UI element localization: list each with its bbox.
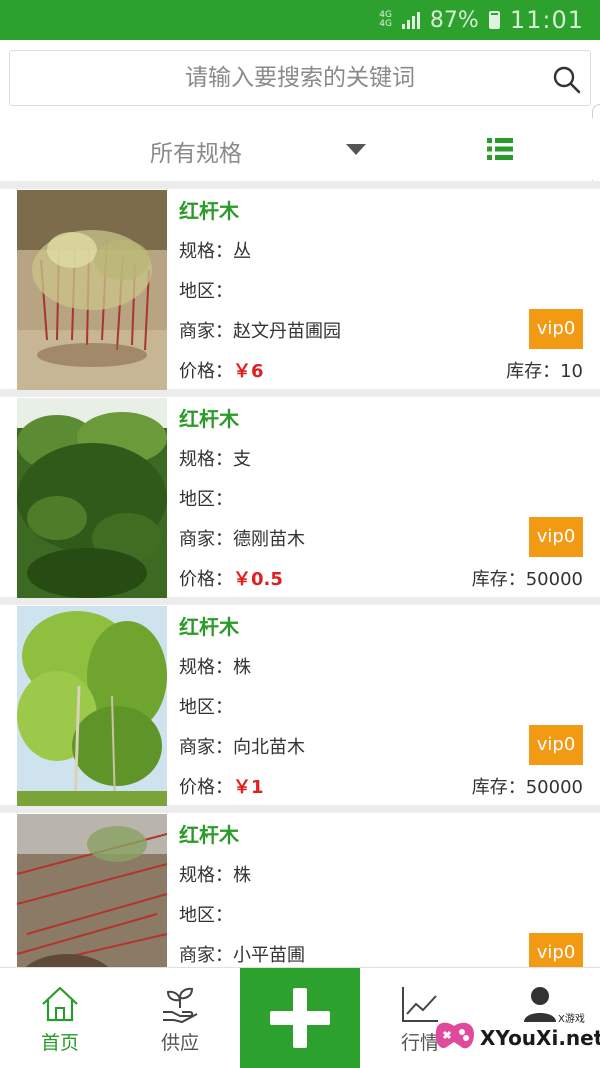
status-bar: 4G 4G 87% 11:01 [0,0,600,40]
product-seller: 商家：赵文丹苗圃园 [179,321,341,342]
vip-badge: vip0 [529,309,583,349]
caret-down-icon[interactable] [346,144,366,155]
battery-percent: 87% [429,7,479,33]
product-name[interactable]: 红杆木 [179,819,239,848]
product-price: 价格：￥6 [179,361,264,382]
clock: 11:01 [509,6,584,34]
product-stock: 库存：50000 [471,777,583,798]
product-region: 地区： [179,281,233,302]
divider [0,597,600,605]
filter-bar: 所有规格 [0,118,600,180]
product-card[interactable]: 红杆木 规格：丛 地区： 商家：赵文丹苗圃园 价格：￥6 库存：10 vip0 [0,189,600,390]
home-icon [42,986,78,1022]
vip-badge: vip0 [529,517,583,557]
watermark: XYouXi.net X游戏 [430,1010,600,1065]
product-spec: 规格：丛 [179,241,251,262]
gamepad-logo-icon [435,1022,474,1049]
vip-badge: vip0 [529,725,583,765]
product-image[interactable] [17,398,167,598]
product-price: 价格：￥1 [179,777,264,798]
battery-icon [488,11,500,29]
product-stock: 库存：10 [506,361,583,382]
product-seller: 商家：向北苗木 [179,737,305,758]
product-spec: 规格：支 [179,449,251,470]
search-icon[interactable] [552,65,582,95]
nav-supply-label: 供应 [160,1032,199,1054]
watermark-text: XYouXi.net [480,1026,600,1050]
product-list: 红杆木 规格：丛 地区： 商家：赵文丹苗圃园 价格：￥6 库存：10 vip0 … [0,189,600,1014]
product-price: 价格：￥0.5 [179,569,283,590]
divider [0,389,600,397]
nav-supply[interactable]: 供应 [120,968,240,1068]
search-input[interactable] [40,51,560,105]
product-spec: 规格：株 [179,865,251,886]
sprout-hand-icon [163,987,198,1024]
product-name[interactable]: 红杆木 [179,195,239,224]
list-view-icon[interactable] [487,138,513,160]
product-stock: 库存：50000 [471,569,583,590]
watermark-sub: X游戏 [558,1014,585,1025]
product-card[interactable]: 红杆木 规格：株 地区： 商家：向北苗木 价格：￥1 库存：50000 vip0 [0,605,600,806]
product-name[interactable]: 红杆木 [179,403,239,432]
signal-icon [401,11,420,29]
add-button[interactable] [240,968,360,1068]
product-region: 地区： [179,905,233,926]
nav-home-label: 首页 [40,1032,79,1054]
product-spec: 规格：株 [179,657,251,678]
network-indicator: 4G 4G [379,11,392,29]
network-type-2: 4G [379,19,392,29]
product-image[interactable] [17,606,167,806]
divider [0,181,600,189]
product-seller: 商家：德刚苗木 [179,529,305,550]
nav-home[interactable]: 首页 [0,968,120,1068]
product-seller: 商家：小平苗圃 [179,945,305,966]
product-card[interactable]: 红杆木 规格：支 地区： 商家：德刚苗木 价格：￥0.5 库存：50000 vi… [0,397,600,598]
spec-filter-dropdown[interactable]: 所有规格 [150,134,242,168]
divider [0,805,600,813]
product-region: 地区： [179,697,233,718]
product-region: 地区： [179,489,233,510]
product-name[interactable]: 红杆木 [179,611,239,640]
product-image[interactable] [17,190,167,390]
search-bar [9,50,591,106]
